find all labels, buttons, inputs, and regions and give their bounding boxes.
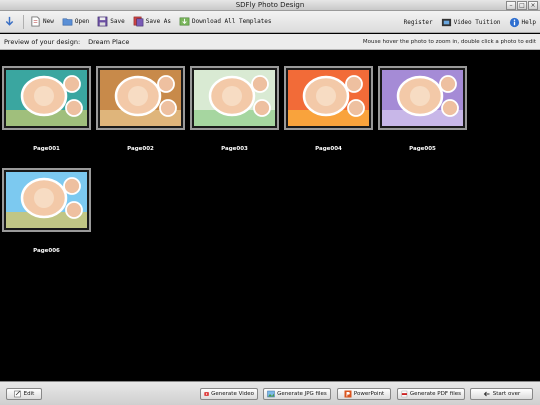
start-over-label: Start over [492,391,521,397]
open-label: Open [74,18,90,25]
generate-video-label: Generate Video [211,391,254,397]
design-name: Dream Place [88,37,130,46]
video-tuition-label: Video Tuition [453,18,501,26]
save-as-button[interactable]: Save As [133,16,171,27]
arrow-left-icon [483,391,490,397]
powerpoint-icon [344,390,352,398]
maximize-icon[interactable]: □ [517,1,527,10]
open-button[interactable]: Open [62,16,89,27]
help-button[interactable]: Help [509,17,536,28]
page-thumbnail[interactable] [284,66,373,130]
page-preview-image [194,70,275,126]
page-label: Page004 [315,146,342,152]
page-label: Page005 [409,146,436,152]
pages-preview-area: Page001 Page002 Page003 Page004 Page005 Page0… [0,51,540,381]
page-label: Page003 [221,146,248,152]
download-templates-label: Download All Templates [192,18,272,25]
edit-label: Edit [23,391,35,397]
generate-pdf-label: Generate PDF files [409,391,461,397]
preview-info-bar: Preview of your design: Dream Place Mous… [0,34,540,50]
generate-jpg-label: Generate JPG files [277,391,327,397]
new-button[interactable]: New [30,16,54,27]
page-label: Page001 [33,146,60,152]
toolbar: New Open Save Save As Download All Templ… [0,11,540,33]
toolbar-right: Register Video Tuition Help [404,11,536,33]
page-thumbnail[interactable] [190,66,279,130]
generate-video-button[interactable]: Generate Video [200,388,258,400]
save-as-label: Save As [145,18,172,25]
save-button[interactable]: Save [97,16,125,27]
page-thumbnail[interactable] [378,66,467,130]
generate-jpg-button[interactable]: Generate JPG files [263,388,331,400]
start-over-button[interactable]: Start over [470,388,533,400]
window-title: SDFly Photo Design [235,1,305,9]
download-templates-button[interactable]: Download All Templates [179,16,272,27]
page-preview-image [288,70,369,126]
edit-icon [13,390,21,398]
powerpoint-button[interactable]: PowerPoint [337,388,391,400]
video-icon [204,392,209,396]
page-preview-image [6,172,87,228]
minimize-icon[interactable]: – [506,1,516,10]
floppy-disk-icon [97,16,108,27]
generate-pdf-button[interactable]: Generate PDF files [397,388,465,400]
title-bar: SDFly Photo Design – □ × [0,0,540,11]
page-preview-image [100,70,181,126]
download-icon [179,17,190,26]
down-arrow-icon [5,16,14,26]
register-button[interactable]: Register [404,19,433,26]
help-label: Help [521,18,536,26]
page-preview-image [6,70,87,126]
page-thumbnail[interactable] [2,66,91,130]
info-icon [509,17,519,27]
usage-hint: Mouse hover the photo to zoom in, double… [362,38,536,45]
open-folder-icon [62,18,73,26]
register-label: Register [403,18,433,26]
new-label: New [43,18,54,25]
toolbar-divider [23,14,24,29]
save-as-icon [133,16,144,27]
pdf-icon [401,390,408,398]
page-label: Page002 [127,146,154,152]
video-tuition-button[interactable]: Video Tuition [441,17,501,28]
preview-label: Preview of your design: [4,37,81,46]
page-preview-image [382,70,463,126]
import-button[interactable] [4,16,15,27]
film-icon [441,18,451,26]
new-file-icon [31,16,40,27]
window-controls: – □ × [506,1,538,10]
edit-button[interactable]: Edit [6,388,42,400]
powerpoint-label: PowerPoint [353,391,385,397]
save-label: Save [110,18,125,25]
page-thumbnail[interactable] [96,66,185,130]
image-icon [267,390,275,398]
page-label: Page006 [33,248,60,254]
bottom-action-bar: Edit Generate Video Generate JPG files P… [0,381,540,405]
page-thumbnail[interactable] [2,168,91,232]
close-icon[interactable]: × [528,1,538,10]
